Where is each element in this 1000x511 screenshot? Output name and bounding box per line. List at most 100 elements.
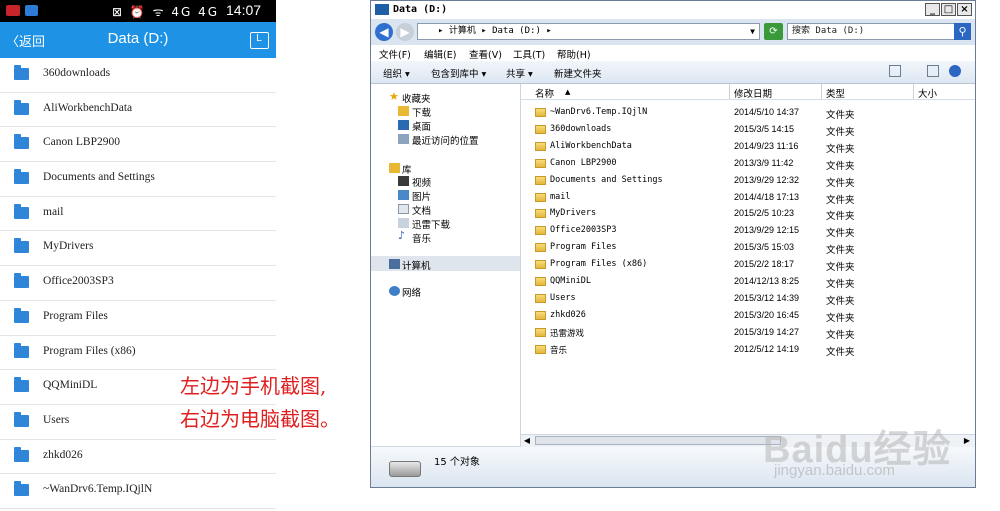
folder-icon: [14, 377, 29, 393]
thunder-download-icon: [398, 218, 409, 228]
menu-view[interactable]: 查看(V): [469, 47, 502, 61]
forward-arrow-icon[interactable]: ▶: [396, 23, 414, 41]
file-date: 2015/2/5 10:23: [734, 208, 795, 219]
menu-edit[interactable]: 编辑(E): [424, 47, 456, 61]
file-date: 2015/3/12 14:39: [734, 292, 800, 303]
nav-downloads[interactable]: 下载: [412, 105, 431, 119]
include-in-library-button[interactable]: 包含到库中 ▾: [431, 66, 486, 80]
search-input[interactable]: 搜索 Data (D:): [787, 23, 962, 40]
folder-icon: [14, 342, 29, 358]
nav-pictures[interactable]: 图片: [412, 189, 431, 203]
table-row[interactable]: ~WanDrv6.Temp.IQjlN 2014/5/10 14:37 文件夹: [521, 104, 975, 121]
folder-icon: [535, 277, 546, 286]
network-icon: [389, 286, 400, 296]
list-item[interactable]: 360downloads: [0, 58, 276, 93]
nav-favorites[interactable]: 收藏夹: [402, 91, 431, 105]
list-item[interactable]: AliWorkbenchData: [0, 93, 276, 128]
menu-help[interactable]: 帮助(H): [557, 47, 591, 61]
table-row[interactable]: QQMiniDL 2014/12/13 8:25 文件夹: [521, 273, 975, 290]
nav-videos[interactable]: 视频: [412, 175, 431, 189]
folder-icon: [14, 169, 29, 185]
nav-computer[interactable]: 计算机: [402, 258, 431, 272]
phone-screenshot: ⊠ ⏰ ᯤ 4G 4G 14:07 〈返回 Data (D:) 360downl…: [0, 0, 276, 511]
organize-button[interactable]: 组织 ▾: [383, 66, 410, 80]
table-row[interactable]: Canon LBP2900 2013/3/9 11:42 文件夹: [521, 155, 975, 172]
file-type: 文件夹: [826, 312, 855, 324]
chevron-down-icon[interactable]: ▼: [750, 24, 755, 39]
address-bar[interactable]: ▸ 计算机 ▸ Data (D:) ▸ ▼: [417, 23, 760, 40]
column-size[interactable]: 大小: [918, 86, 937, 100]
list-item[interactable]: Documents and Settings: [0, 162, 276, 197]
nav-desktop[interactable]: 桌面: [412, 119, 431, 133]
table-row[interactable]: Users 2015/3/12 14:39 文件夹: [521, 290, 975, 307]
help-icon[interactable]: [949, 65, 961, 77]
table-row[interactable]: Program Files 2015/3/5 15:03 文件夹: [521, 239, 975, 256]
window-title: Data (D:): [393, 4, 448, 15]
file-name: Documents and Settings: [550, 174, 663, 185]
view-options-icon[interactable]: [889, 65, 901, 77]
list-item[interactable]: MyDrivers: [0, 231, 276, 267]
file-name: QQMiniDL: [550, 276, 591, 286]
computer-icon: [389, 259, 400, 269]
column-name[interactable]: 名称: [535, 86, 554, 100]
list-item[interactable]: Canon LBP2900: [0, 127, 276, 163]
close-button[interactable]: ×: [957, 3, 972, 16]
minimize-button[interactable]: _: [925, 3, 940, 16]
music-icon: ♪: [398, 229, 406, 242]
table-row[interactable]: zhkd026 2015/3/20 16:45 文件夹: [521, 307, 975, 324]
file-name: Program Files: [550, 242, 617, 253]
menu-tools[interactable]: 工具(T): [513, 47, 545, 61]
scroll-thumb[interactable]: [535, 436, 781, 445]
title-bar: Data (D:) _ □ ×: [371, 1, 975, 19]
nav-documents[interactable]: 文档: [412, 203, 431, 217]
file-type: 文件夹: [826, 160, 855, 172]
folder-icon: [535, 243, 546, 253]
preview-pane-icon[interactable]: [927, 65, 939, 77]
list-item[interactable]: mail: [0, 197, 276, 232]
column-date[interactable]: 修改日期: [734, 86, 772, 100]
share-button[interactable]: 共享 ▾: [506, 66, 533, 80]
scroll-right-icon[interactable]: ▶: [961, 435, 973, 446]
nav-network[interactable]: 网络: [402, 285, 421, 299]
nav-library[interactable]: 库: [402, 162, 412, 176]
file-type: 文件夹: [826, 346, 855, 358]
list-item[interactable]: Office2003SP3: [0, 266, 276, 301]
table-row[interactable]: AliWorkbenchData 2014/9/23 11:16 文件夹: [521, 138, 975, 155]
list-item[interactable]: zhkd026: [0, 440, 276, 475]
download-folder-icon: [398, 106, 409, 116]
list-item-label: Program Files (x86): [43, 344, 136, 357]
nav-music[interactable]: 音乐: [412, 231, 431, 245]
folder-icon: [535, 158, 546, 168]
pictures-icon: [398, 190, 409, 200]
maximize-button[interactable]: □: [941, 3, 956, 16]
list-item[interactable]: ~WanDrv6.Temp.IQjlN: [0, 474, 276, 509]
file-date: 2015/3/5 14:15: [734, 123, 795, 134]
file-date: 2013/9/29 12:32: [734, 174, 800, 185]
table-row[interactable]: 迅雷游戏 2015/3/19 14:27 文件夹: [521, 324, 975, 341]
table-row[interactable]: MyDrivers 2015/2/5 10:23 文件夹: [521, 205, 975, 222]
nav-recent[interactable]: 最近访问的位置: [412, 133, 479, 147]
table-row[interactable]: Office2003SP3 2013/9/29 12:15 文件夹: [521, 222, 975, 239]
status-icons: ⊠ ⏰ ᯤ 4G 4G: [112, 5, 220, 19]
folder-icon: [535, 293, 546, 303]
refresh-icon[interactable]: ⟳: [764, 23, 783, 40]
folder-icon: [14, 411, 29, 427]
table-row[interactable]: 360downloads 2015/3/5 14:15 文件夹: [521, 121, 975, 138]
file-date: 2014/5/10 14:37: [734, 107, 800, 117]
new-folder-button[interactable]: 新建文件夹: [554, 66, 602, 80]
list-item[interactable]: Program Files (x86): [0, 336, 276, 371]
table-row[interactable]: mail 2014/4/18 17:13 文件夹: [521, 189, 975, 206]
table-row[interactable]: Documents and Settings 2013/9/29 12:32 文件夹: [521, 172, 975, 189]
list-item[interactable]: Program Files: [0, 301, 276, 336]
table-row[interactable]: Program Files (x86) 2015/2/2 18:17 文件夹: [521, 256, 975, 273]
search-icon[interactable]: ⚲: [954, 23, 971, 40]
sort-up-icon: ▲: [565, 88, 571, 96]
nav-thunder-downloads[interactable]: 迅雷下载: [412, 217, 450, 231]
video-icon: [398, 176, 409, 186]
column-type[interactable]: 类型: [826, 86, 845, 100]
sd-card-icon[interactable]: [250, 32, 269, 49]
menu-file[interactable]: 文件(F): [379, 47, 411, 61]
table-row[interactable]: 音乐 2012/5/12 14:19 文件夹: [521, 341, 975, 358]
scroll-left-icon[interactable]: ◀: [521, 435, 533, 446]
back-arrow-icon[interactable]: ◀: [375, 23, 393, 41]
